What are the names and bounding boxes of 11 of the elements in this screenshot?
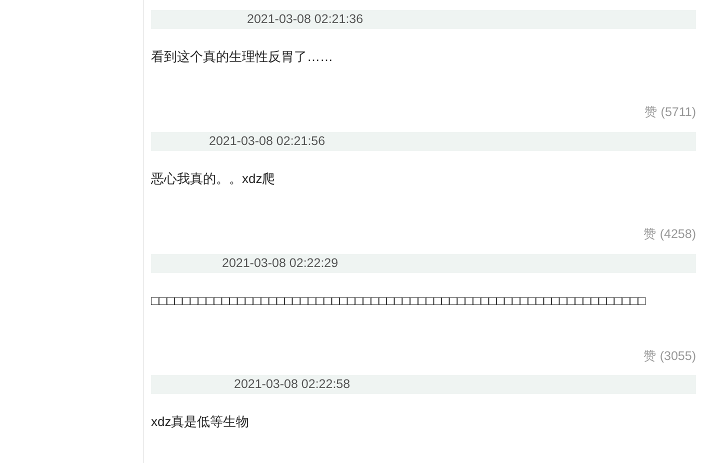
comment-text: xdz真是低等生物 xyxy=(151,414,250,430)
timestamp: 2021-03-08 02:22:58 xyxy=(234,376,350,394)
timestamp: 2021-03-08 02:22:29 xyxy=(222,254,338,272)
comment-text: □□□□□□□□□□□□□□□□□□□□□□□□□□□□□□□□□□□□□□□□□□□□□□□□□□□□□□□□□□□□□□□ xyxy=(151,292,646,308)
like-link[interactable]: 赞 (5711) xyxy=(644,103,696,122)
like-link[interactable]: 赞 (4258) xyxy=(643,224,696,244)
comment-text: 看到这个真的生理性反胃了…… xyxy=(151,49,333,64)
like-link[interactable]: 赞 (3055) xyxy=(643,346,696,366)
timestamp: 2021-03-08 02:21:56 xyxy=(209,132,326,150)
timestamp: 2021-03-08 02:21:36 xyxy=(247,11,364,28)
comment-text: 恶心我真的。。xdz爬 xyxy=(151,170,276,186)
